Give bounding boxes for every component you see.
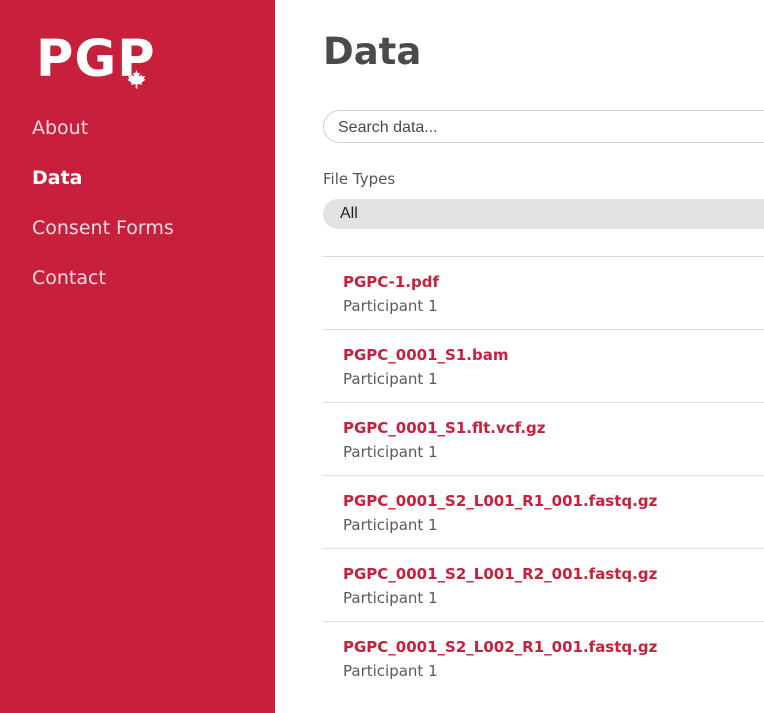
file-link[interactable]: PGPC_0001_S1.flt.vcf.gz: [343, 419, 546, 437]
file-type-option-all[interactable]: All: [340, 205, 358, 223]
sidebar: PGP About Data Consent Forms Contact: [0, 0, 275, 713]
file-row: PGPC_0001_S2_L001_R1_001.fastq.gz Partic…: [323, 475, 764, 548]
nav-contact[interactable]: Contact: [32, 253, 174, 303]
file-link[interactable]: PGPC-1.pdf: [343, 273, 439, 291]
file-participant: Participant 1: [343, 589, 438, 607]
file-row: PGPC_0001_S2_L001_R2_001.fastq.gz Partic…: [323, 548, 764, 621]
pgp-logo[interactable]: PGP: [36, 34, 156, 92]
file-participant: Participant 1: [343, 443, 438, 461]
file-types-label: File Types: [323, 170, 396, 188]
file-link[interactable]: PGPC_0001_S2_L001_R2_001.fastq.gz: [343, 565, 657, 583]
file-participant: Participant 1: [343, 370, 438, 388]
nav-consent-forms[interactable]: Consent Forms: [32, 203, 174, 253]
file-link[interactable]: PGPC_0001_S1.bam: [343, 346, 508, 364]
file-link[interactable]: PGPC_0001_S2_L002_R1_001.fastq.gz: [343, 638, 657, 656]
sidebar-nav: About Data Consent Forms Contact: [32, 103, 174, 303]
file-list: PGPC-1.pdf Participant 1 PGPC_0001_S1.ba…: [323, 256, 764, 694]
maple-leaf-icon: [127, 70, 146, 89]
file-participant: Participant 1: [343, 297, 438, 315]
nav-about[interactable]: About: [32, 103, 174, 153]
page-title: Data: [323, 30, 422, 73]
nav-data[interactable]: Data: [32, 153, 174, 203]
main-content: Data File Types All PGPC-1.pdf Participa…: [323, 0, 764, 713]
search-input[interactable]: [336, 111, 764, 144]
file-row: PGPC-1.pdf Participant 1: [323, 256, 764, 329]
file-link[interactable]: PGPC_0001_S2_L001_R1_001.fastq.gz: [343, 492, 657, 510]
search-box[interactable]: [323, 110, 764, 144]
file-row: PGPC_0001_S2_L002_R1_001.fastq.gz Partic…: [323, 621, 764, 694]
file-participant: Participant 1: [343, 662, 438, 680]
file-type-filter[interactable]: All: [323, 199, 764, 229]
file-row: PGPC_0001_S1.flt.vcf.gz Participant 1: [323, 402, 764, 475]
file-row: PGPC_0001_S1.bam Participant 1: [323, 329, 764, 402]
file-participant: Participant 1: [343, 516, 438, 534]
